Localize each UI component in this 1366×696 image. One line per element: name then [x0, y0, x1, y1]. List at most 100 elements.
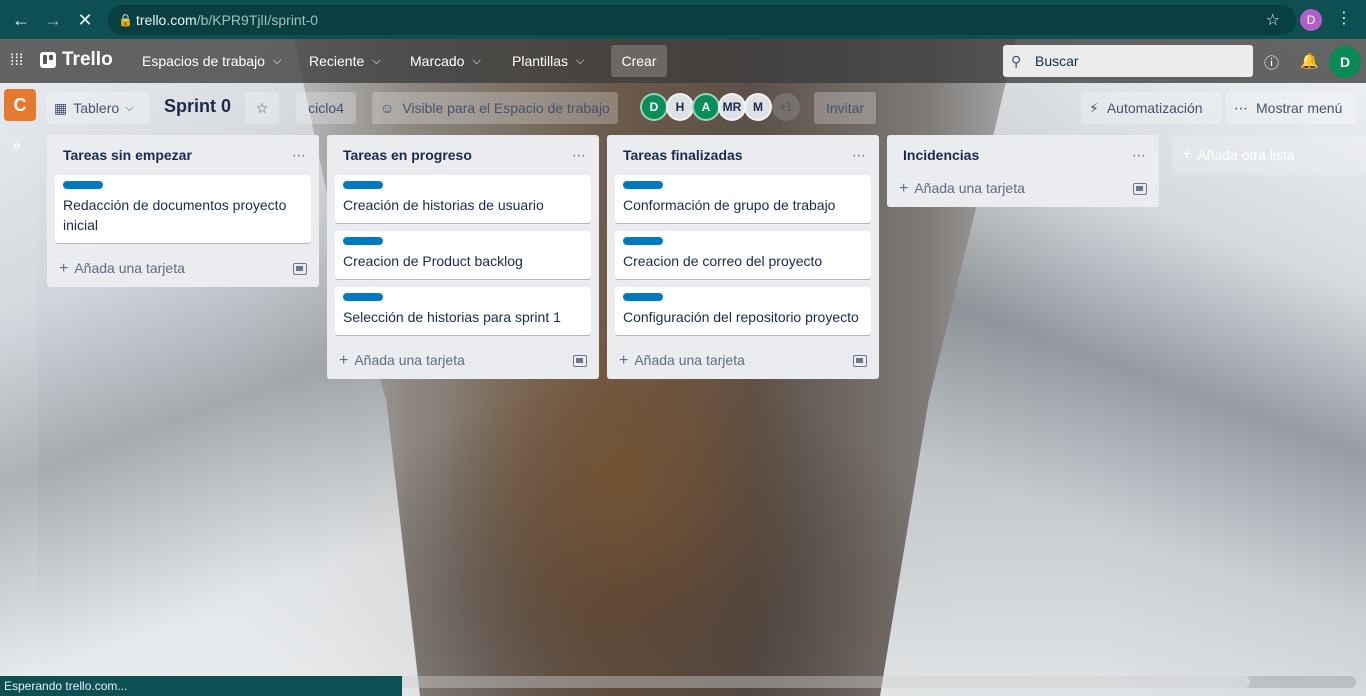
people-icon: ☺	[380, 100, 395, 116]
member-avatar[interactable]: A	[692, 93, 720, 121]
card[interactable]: Selección de historias para sprint 1	[335, 287, 591, 335]
nav-starred[interactable]: Marcado ⌵	[402, 46, 489, 76]
star-board-icon[interactable]: ☆	[245, 92, 279, 124]
trello-header: ⁞⁞⁞ Trello Espacios de trabajo ⌵ Reciente…	[0, 39, 1366, 83]
card[interactable]: Conformación de grupo de trabajo	[615, 175, 871, 223]
url-host: trello.com	[136, 12, 197, 28]
nav-templates[interactable]: Plantillas ⌵	[504, 46, 592, 76]
bell-icon[interactable]: 🔔	[1300, 52, 1319, 70]
list-title[interactable]: Tareas en progreso	[343, 147, 472, 163]
plus-icon: +	[899, 180, 909, 197]
view-label: Tablero	[73, 100, 120, 116]
add-card-button[interactable]: + Añada una tarjeta	[607, 343, 879, 379]
card-title: Creacion de Product backlog	[343, 253, 523, 269]
automation-label: Automatización	[1106, 100, 1203, 116]
card[interactable]: Redacción de documentos proyecto inicial	[55, 175, 311, 243]
member-avatar[interactable]: MR	[718, 93, 746, 121]
member-avatar[interactable]: M	[744, 93, 772, 121]
chevron-down-icon: ⌵	[472, 54, 481, 67]
search-input[interactable]: ⚲ Buscar	[1003, 45, 1253, 77]
board-title[interactable]: Sprint 0	[164, 96, 231, 117]
forward-arrow-icon[interactable]: →	[38, 5, 68, 35]
list-menu-icon[interactable]: ⋯	[292, 147, 307, 164]
workspace-name-button[interactable]: ciclo4	[296, 92, 356, 124]
card-label[interactable]	[343, 293, 383, 301]
card-label[interactable]	[623, 181, 663, 189]
card-template-icon[interactable]	[293, 263, 307, 275]
list-menu-icon[interactable]: ⋯	[852, 147, 867, 164]
show-menu-label: Mostrar menú	[1256, 100, 1343, 116]
card-title: Redacción de documentos proyecto inicial	[63, 197, 287, 233]
list-title[interactable]: Tareas finalizadas	[623, 147, 743, 163]
nav-starred-label: Marcado	[410, 53, 465, 69]
trello-logo[interactable]: Trello	[40, 49, 113, 71]
view-switcher-button[interactable]: ▦ Tablero ⌵	[46, 92, 150, 124]
info-icon[interactable]: ⓘ	[1264, 52, 1279, 73]
add-card-button[interactable]: + Añada una tarjeta	[887, 171, 1159, 207]
create-button[interactable]: Crear	[611, 45, 667, 77]
trello-logo-icon	[40, 52, 56, 68]
card-title: Conformación de grupo de trabajo	[623, 197, 836, 213]
nav-workspaces[interactable]: Espacios de trabajo ⌵	[134, 46, 289, 76]
lightning-icon: ⚡	[1089, 99, 1099, 116]
add-card-label: Añada una tarjeta	[634, 352, 745, 368]
plus-icon: +	[619, 352, 629, 369]
board-header: C ▦ Tablero ⌵ Sprint 0 ☆ ciclo4 ☺ Visibl…	[0, 87, 1366, 127]
app-switcher-icon[interactable]: ⁞⁞⁞	[10, 52, 28, 70]
visibility-label: Visible para el Espacio de trabajo	[402, 100, 610, 116]
list-tareas-finalizadas: Tareas finalizadas ⋯ Conformación de gru…	[607, 135, 879, 379]
card-label[interactable]	[63, 181, 103, 189]
card-label[interactable]	[623, 237, 663, 245]
add-card-label: Añada una tarjeta	[74, 260, 185, 276]
automation-button[interactable]: ⚡ Automatización	[1081, 92, 1221, 124]
address-bar[interactable]: 🔒 trello.com/b/KPR9TjlI/sprint-0 ☆	[108, 5, 1296, 35]
plus-icon: +	[1182, 146, 1192, 163]
nav-recent-label: Reciente	[309, 53, 365, 69]
add-list-button[interactable]: + Añada otra lista	[1172, 135, 1366, 175]
url-path: /b/KPR9TjlI/sprint-0	[196, 12, 319, 28]
lock-icon: 🔒	[118, 13, 133, 27]
chevron-down-icon: ⌵	[372, 54, 381, 67]
card[interactable]: Creacion de Product backlog	[335, 231, 591, 279]
card-label[interactable]	[343, 181, 383, 189]
card-template-icon[interactable]	[573, 355, 587, 367]
card[interactable]: Configuración del repositorio proyecto	[615, 287, 871, 335]
plus-icon: +	[339, 352, 349, 369]
card-template-icon[interactable]	[1133, 183, 1147, 195]
back-arrow-icon[interactable]: ←	[6, 5, 36, 35]
list-title[interactable]: Incidencias	[903, 147, 979, 163]
workspace-badge[interactable]: C	[4, 89, 36, 121]
add-list-label: Añada otra lista	[1197, 147, 1295, 163]
list-tareas-sin-empezar: Tareas sin empezar ⋯ Redacción de docume…	[47, 135, 319, 287]
scrollbar-thumb[interactable]	[400, 676, 1250, 688]
browser-status-text: Esperando trello.com...	[0, 676, 402, 696]
sidebar-collapsed: »	[0, 133, 38, 678]
card[interactable]: Creación de historias de usuario	[335, 175, 591, 223]
list-title[interactable]: Tareas sin empezar	[63, 147, 192, 163]
add-card-button[interactable]: + Añada una tarjeta	[47, 251, 319, 287]
card-title: Selección de historias para sprint 1	[343, 309, 561, 325]
list-menu-icon[interactable]: ⋯	[1132, 147, 1147, 164]
member-avatar[interactable]: H	[666, 93, 694, 121]
plus-icon: +	[59, 260, 69, 277]
visibility-button[interactable]: ☺ Visible para el Espacio de trabajo	[372, 92, 618, 124]
show-menu-button[interactable]: ⋯ Mostrar menú	[1226, 92, 1356, 124]
bookmark-star-icon[interactable]: ☆	[1266, 10, 1280, 30]
card-label[interactable]	[343, 237, 383, 245]
nav-templates-label: Plantillas	[512, 53, 569, 69]
user-avatar[interactable]: D	[1329, 46, 1361, 78]
card-label[interactable]	[623, 293, 663, 301]
list-incidencias: Incidencias ⋯ + Añada una tarjeta	[887, 135, 1159, 207]
more-members-badge[interactable]: +1	[772, 93, 800, 121]
card-template-icon[interactable]	[853, 355, 867, 367]
stop-loading-icon[interactable]: ✕	[70, 5, 100, 35]
member-avatar[interactable]: D	[640, 93, 668, 121]
card[interactable]: Creacion de correo del proyecto	[615, 231, 871, 279]
list-menu-icon[interactable]: ⋯	[572, 147, 587, 164]
invite-button[interactable]: Invitar	[814, 92, 876, 124]
nav-recent[interactable]: Reciente ⌵	[301, 46, 389, 76]
add-card-button[interactable]: + Añada una tarjeta	[327, 343, 599, 379]
expand-sidebar-icon[interactable]: »	[12, 137, 21, 155]
browser-menu-icon[interactable]: ⋮	[1336, 8, 1352, 28]
browser-profile-avatar[interactable]: D	[1300, 9, 1322, 31]
